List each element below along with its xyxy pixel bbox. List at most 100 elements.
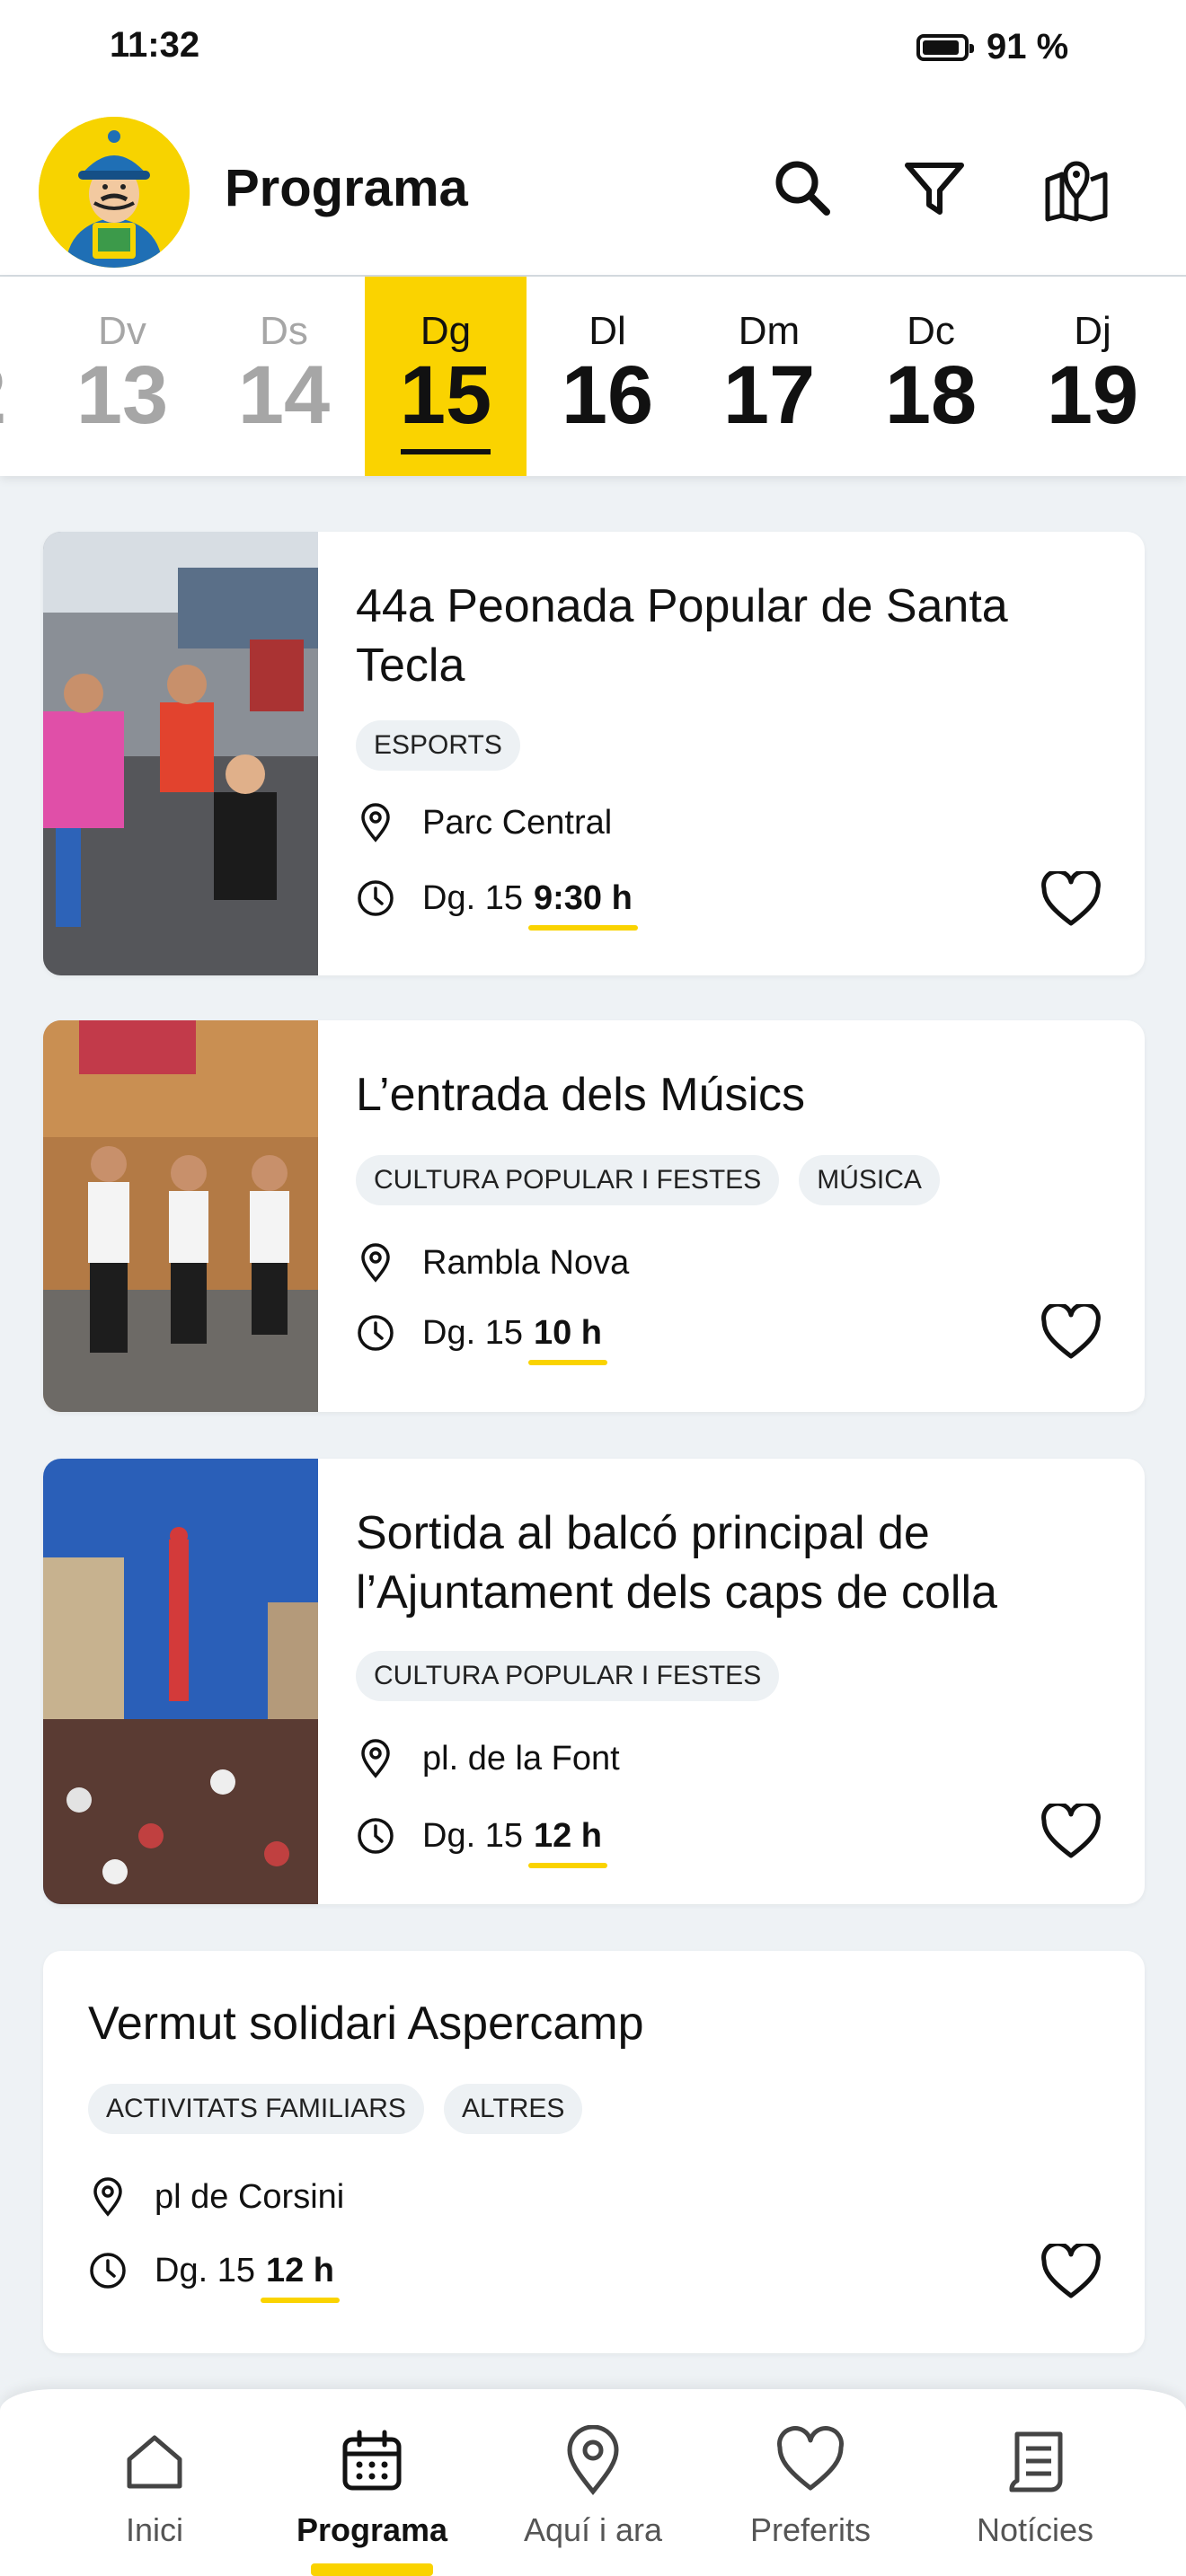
event-tags: ACTIVITATS FAMILIARS ALTRES [88, 2084, 583, 2134]
nav-item-programa[interactable]: Programa [264, 2389, 480, 2576]
nav-label: Preferits [749, 2511, 872, 2548]
location-text: Rambla Nova [422, 1243, 630, 1282]
day-item-18[interactable]: Dc 18 [850, 277, 1012, 476]
map-icon[interactable] [1040, 153, 1112, 225]
event-time: Dg. 15 10 h [356, 1313, 608, 1365]
nav-label: Programa [296, 2511, 448, 2548]
mascot-avatar[interactable] [39, 117, 190, 268]
day-item-19[interactable]: Dj 19 [1012, 277, 1173, 476]
day-name: Dc [907, 309, 955, 353]
day-number: 15 [399, 349, 492, 441]
event-day: Dg. 15 [422, 1816, 523, 1855]
location-pin-icon [567, 2425, 619, 2495]
event-title[interactable]: Vermut solidari Aspercamp [88, 1994, 644, 2053]
category-tag: CULTURA POPULAR I FESTES [356, 1651, 780, 1701]
app-header: Programa [0, 99, 1186, 277]
location-text: pl. de la Font [422, 1739, 620, 1778]
status-time: 11:32 [110, 25, 200, 65]
calendar-icon [342, 2430, 402, 2491]
event-card[interactable]: Sortida al balcó principal de l’Ajuntame… [43, 1459, 1145, 1904]
location-pin-icon [361, 803, 390, 842]
event-hour: 10 h [527, 1313, 608, 1365]
location-pin-icon [361, 1739, 390, 1778]
day-name: Dg [420, 309, 472, 353]
event-title[interactable]: l’Ajuntament dels caps de colla [356, 1563, 997, 1622]
event-hour: 9:30 h [527, 878, 638, 931]
event-day: Dg. 15 [422, 878, 523, 917]
event-time: Dg. 15 12 h [88, 2251, 341, 2303]
day-number: 18 [884, 349, 978, 441]
favorite-heart-icon[interactable] [1040, 1304, 1102, 1360]
event-title[interactable]: L’entrada dels Músics [356, 1065, 805, 1125]
page-title: Programa [225, 159, 468, 217]
clock-icon [358, 1315, 394, 1351]
day-name: Dj [1074, 309, 1111, 353]
location-pin-icon [93, 2177, 122, 2217]
event-card[interactable]: 44a Peonada Popular de Santa Tecla ESPOR… [43, 532, 1145, 975]
category-tag: ESPORTS [356, 720, 520, 771]
day-name: Dm [738, 309, 801, 353]
event-card[interactable]: L’entrada dels Músics CULTURA POPULAR I … [43, 1020, 1145, 1412]
event-day: Dg. 15 [422, 1313, 523, 1352]
event-card[interactable]: Vermut solidari Aspercamp ACTIVITATS FAM… [43, 1951, 1145, 2353]
favorite-heart-icon[interactable] [1040, 871, 1102, 927]
favorite-heart-icon[interactable] [1040, 2244, 1102, 2299]
event-photo-race [43, 532, 318, 975]
nav-item-noticies[interactable]: Notícies [927, 2389, 1143, 2576]
event-time: Dg. 15 9:30 h [356, 878, 638, 931]
day-name: Dv [98, 309, 146, 353]
heart-icon [777, 2426, 844, 2491]
event-photo-castellers [43, 1459, 318, 1904]
clock-icon [358, 1818, 394, 1854]
day-item-14[interactable]: Ds 14 [203, 277, 365, 476]
selected-day-underline [401, 449, 491, 454]
clock-icon [90, 2253, 126, 2289]
event-hour: 12 h [260, 2251, 341, 2303]
filter-icon[interactable] [898, 153, 970, 225]
battery-icon [916, 34, 974, 61]
nav-item-inici[interactable]: Inici [47, 2389, 262, 2576]
category-tag: MÚSICA [799, 1155, 940, 1205]
day-number: 16 [561, 349, 654, 441]
day-item-16[interactable]: Dl 16 [527, 277, 688, 476]
day-item-13[interactable]: Dv 13 [41, 277, 203, 476]
event-location: pl. de la Font [356, 1739, 620, 1778]
day-number: 17 [722, 349, 816, 441]
day-number: 13 [75, 349, 169, 441]
day-item-12[interactable]: Dj12 [0, 277, 41, 476]
event-time: Dg. 15 12 h [356, 1816, 608, 1868]
event-tags: CULTURA POPULAR I FESTES MÚSICA [356, 1155, 940, 1205]
nav-label: Inici [125, 2511, 184, 2548]
active-indicator [311, 2563, 433, 2576]
home-icon [127, 2435, 182, 2489]
event-location: pl de Corsini [88, 2177, 344, 2217]
search-icon[interactable] [767, 153, 839, 225]
location-text: pl de Corsini [155, 2177, 345, 2216]
day-item-17[interactable]: Dm 17 [688, 277, 850, 476]
category-tag: ACTIVITATS FAMILIARS [88, 2084, 424, 2134]
event-title[interactable]: Tecla [356, 636, 465, 695]
event-day: Dg. 15 [155, 2251, 255, 2289]
day-name: Ds [260, 309, 308, 353]
event-hour: 12 h [527, 1816, 608, 1868]
event-title[interactable]: Sortida al balcó principal de [356, 1504, 930, 1563]
event-tags: CULTURA POPULAR I FESTES [356, 1651, 780, 1701]
day-item-15[interactable]: Dg 15 [365, 277, 527, 476]
event-location: Rambla Nova [356, 1243, 629, 1283]
day-selector: Dj12Dv13Ds14Dg15Dl16Dm17Dc18Dj19 [0, 277, 1186, 476]
status-bar: 11:32 91 % [0, 0, 1186, 99]
nav-item-preferits[interactable]: Preferits [703, 2389, 918, 2576]
location-text: Parc Central [422, 803, 613, 842]
day-name: Dl [589, 309, 626, 353]
event-location: Parc Central [356, 803, 612, 842]
category-tag: CULTURA POPULAR I FESTES [356, 1155, 780, 1205]
event-tags: ESPORTS [356, 720, 520, 771]
nav-item-aqui-i-ara[interactable]: Aquí i ara [485, 2389, 701, 2576]
location-pin-icon [361, 1243, 390, 1283]
day-number: 14 [237, 349, 331, 441]
favorite-heart-icon[interactable] [1040, 1804, 1102, 1859]
event-photo-musicians [43, 1020, 318, 1412]
event-title[interactable]: 44a Peonada Popular de Santa [356, 577, 1008, 636]
day-number: 19 [1046, 349, 1139, 441]
news-icon [1009, 2431, 1063, 2492]
